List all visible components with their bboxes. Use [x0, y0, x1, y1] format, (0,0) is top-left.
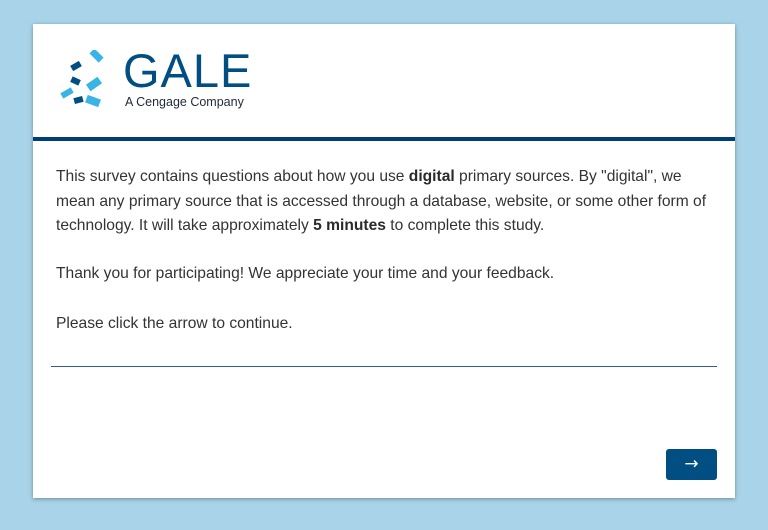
intro-bold-duration: 5 minutes [313, 217, 386, 234]
survey-intro-text: This survey contains questions about how… [56, 165, 716, 337]
logo-wordmark: GALE [123, 44, 253, 97]
intro-bold-digital: digital [408, 168, 455, 185]
survey-card: GALE A Cengage Company This survey conta… [33, 24, 735, 498]
intro-text-3: to complete this study. [385, 217, 545, 234]
logo-tagline: A Cengage Company [125, 95, 244, 109]
gale-logo-icon [60, 50, 104, 108]
right-arrow-icon: → [684, 454, 699, 474]
header-logo: GALE A Cengage Company [33, 24, 735, 137]
continue-instruction: Please click the arrow to continue. [56, 315, 293, 332]
next-button[interactable]: → [666, 449, 717, 480]
thanks-paragraph: Thank you for participating! We apprecia… [56, 264, 555, 282]
intro-paragraph: This survey contains questions about how… [56, 165, 716, 239]
header-divider [33, 137, 735, 141]
question-divider [51, 366, 717, 367]
intro-text-1: This survey contains questions about how… [56, 168, 409, 185]
